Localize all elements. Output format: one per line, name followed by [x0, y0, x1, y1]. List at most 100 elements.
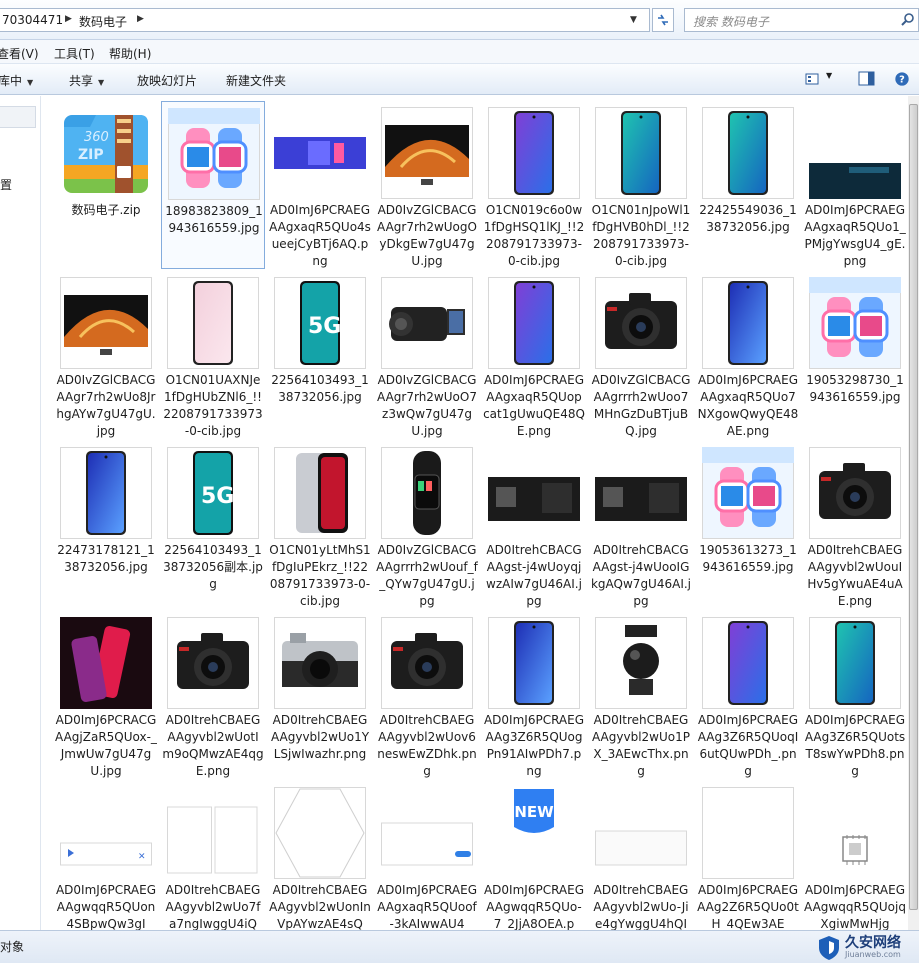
file-thumbnail [702, 447, 794, 539]
file-name: AD0ItrehCBAEGAAgyvbl2wUotIm9oQMwzAE4qgE.… [162, 713, 264, 778]
file-thumbnail [809, 277, 901, 369]
file-item[interactable]: AD0ImJ6PCRAEGAAg3Z6R5QUogPn91AIwPDh7.png [482, 611, 586, 779]
file-name: AD0ImJ6PCRAEGAAgwqqR5QUojqXgiwMwHjg [804, 883, 906, 930]
file-name: AD0ImJ6PCRAEGAAgxaqR5QUo4sueejCyBTj6AQ.p… [269, 203, 371, 268]
file-item[interactable]: AD0ImJ6PCRAEGAAg3Z6R5QUoqI6utQUwPDh_.png [696, 611, 800, 779]
address-history-dropdown-icon[interactable]: ▼ [630, 15, 637, 25]
file-item[interactable]: 22473178121_138732056.jpg [54, 441, 158, 609]
file-thumbnail [168, 108, 260, 200]
file-thumbnail [488, 277, 580, 369]
file-item[interactable]: AD0ItrehCBAEGAAgyvbl2wUo-Jie4gYwggU4hQI [589, 781, 693, 930]
menu-view[interactable]: 查看(V) [0, 45, 39, 62]
watermark-title: 久安网络 [845, 935, 901, 951]
change-view-icon[interactable] [805, 71, 823, 87]
file-item[interactable]: AD0ItrehCBAEGAAgyvbl2wUov6neswEwZDhk.png [375, 611, 479, 779]
breadcrumb-segment-2[interactable]: 数码电子 [79, 13, 127, 30]
file-item[interactable]: 19053298730_1943616559.jpg [803, 271, 907, 439]
file-thumbnail [167, 277, 259, 369]
breadcrumb-segment-1[interactable]: 70304471 [2, 13, 63, 27]
menu-bar: 查看(V) 工具(T) 帮助(H) [0, 40, 919, 64]
refresh-button[interactable] [652, 8, 674, 32]
zip-archive-icon: 360 ZIP [60, 107, 152, 199]
svg-text:NEW: NEW [514, 803, 554, 821]
share-button[interactable]: 共享 ▼ [69, 72, 104, 89]
file-item[interactable]: AD0IvZGlCBACGAAgr7rh2wUogOyDkgEw7gU47gU.… [375, 101, 479, 269]
file-item[interactable]: AD0ItrehCBAEGAAgyvbl2wUotIm9oQMwzAE4qgE.… [161, 611, 265, 779]
file-item[interactable]: AD0ImJ6PCRAEGAAgwqqR5QUojqXgiwMwHjg [803, 781, 907, 930]
file-name: AD0ItrehCBAEGAAgyvbl2wUo1PX_3AEwcThx.png [592, 713, 690, 778]
file-thumbnail [595, 787, 687, 879]
file-thumbnail [60, 447, 152, 539]
file-thumbnail [60, 277, 152, 369]
nav-item-label[interactable]: 置 [0, 176, 12, 193]
help-icon[interactable]: ? [893, 71, 911, 87]
file-item[interactable]: AD0ImJ6PCRAEGAAgxaqR5QUo4sueejCyBTj6AQ.p… [268, 101, 372, 269]
file-name: AD0ItrehCBAEGAAgyvbl2wUo7fa7ngIwggU4iQ [165, 883, 261, 930]
svg-text:?: ? [899, 75, 905, 86]
file-item[interactable]: AD0IvZGlCBACGAAgrrrh2wUoo7MHnGzDuBTjuBQ.… [589, 271, 693, 439]
file-grid: 360 ZIP 数码电子.zip 18983823809_1943616559.jpg… [42, 96, 908, 930]
file-item[interactable]: 5G 22564103493_138732056.jpg [268, 271, 372, 439]
search-icon[interactable] [900, 11, 916, 27]
status-text: 对象 [0, 940, 25, 954]
file-item[interactable]: AD0ItrehCBACGAAgst-j4wUoyqjwzAIw7gU46AI.… [482, 441, 586, 609]
file-thumbnail [595, 277, 687, 369]
file-name: 22473178121_138732056.jpg [57, 543, 155, 574]
file-item[interactable]: AD0IvZGlCBACGAAgrrrh2wUouf_f_QYw7gU47gU.… [375, 441, 479, 609]
file-item[interactable]: AD0ItrehCBAEGAAgyvbl2wUonInVpAYwzAE4sQ [268, 781, 372, 930]
organize-button[interactable]: 库中 ▼ [0, 72, 33, 89]
preview-pane-icon[interactable] [858, 71, 876, 87]
file-item[interactable]: AD0ItrehCBACGAAgst-j4wUooIGkgAQw7gU46AI.… [589, 441, 693, 609]
menu-help[interactable]: 帮助(H) [109, 45, 151, 62]
file-name: AD0IvZGlCBACGAAgrrrh2wUouf_f_QYw7gU47gU.… [376, 543, 478, 608]
file-item[interactable]: 5G 22564103493_138732056副本.jpg [161, 441, 265, 609]
breadcrumb-arrow-icon[interactable]: ▶ [65, 14, 72, 24]
file-item[interactable]: AD0ImJ6PCRACGAAgjZaR5QUox-_JmwUw7gU47gU.… [54, 611, 158, 779]
file-item[interactable]: O1CN01nJpoWl1fDgHVB0hDl_!!2208791733973-… [589, 101, 693, 269]
file-thumbnail [702, 787, 794, 879]
file-name: O1CN01yLtMhS1fDgIuPEkrz_!!2208791733973-… [269, 543, 371, 608]
file-thumbnail [274, 787, 366, 879]
new-folder-button[interactable]: 新建文件夹 [226, 72, 286, 89]
file-item[interactable]: AD0ImJ6PCRAEGAAgxaqR5QUoof-3kAIwwAU4 [375, 781, 479, 930]
file-item[interactable]: NEW AD0ImJ6PCRAEGAAgwqqR5QUo-7_2JjA8OEA.p [482, 781, 586, 930]
nav-favorites-item[interactable] [0, 106, 36, 128]
file-item[interactable]: AD0ImJ6PCRAEGAAgxaqR5QUo1_PMjgYwsgU4_gE.… [803, 101, 907, 269]
file-item[interactable]: AD0ImJ6PCRAEGAAg2Z6R5QUo0tH_4QEw3AE [696, 781, 800, 930]
view-options-chevron-icon[interactable]: ▼ [826, 71, 832, 80]
file-item[interactable]: AD0ImJ6PCRAEGAAgxaqR5QUopcat1gUwuQE48QE.… [482, 271, 586, 439]
chevron-down-icon: ▼ [27, 78, 34, 87]
file-item[interactable]: AD0ImJ6PCRAEGAAg3Z6R5QUotsT8swYwPDh8.png [803, 611, 907, 779]
address-bar: 70304471 ▶ 数码电子 ▶ ▼ 搜索 数码电子 [0, 0, 919, 40]
file-name: AD0ImJ6PCRAEGAAg3Z6R5QUogPn91AIwPDh7.png [483, 713, 585, 778]
file-name: AD0ItrehCBAEGAAgyvbl2wUo1YLSjwIwazhr.png [270, 713, 370, 761]
file-item[interactable]: AD0IvZGlCBACGAAgr7rh2wUo8JrhgAYw7gU47gU.… [54, 271, 158, 439]
search-input[interactable]: 搜索 数码电子 [693, 13, 769, 30]
file-item[interactable]: 360 ZIP 数码电子.zip [54, 101, 158, 269]
vertical-scrollbar[interactable] [908, 96, 919, 930]
file-item[interactable]: AD0IvZGlCBACGAAgr7rh2wUoO7z3wQw7gU47gU.j… [375, 271, 479, 439]
file-name: O1CN01UAXNJe1fDgHUbZNl6_!!2208791733973-… [163, 373, 263, 438]
address-field[interactable]: 70304471 ▶ 数码电子 ▶ ▼ [0, 8, 650, 32]
file-item[interactable]: ✕ AD0ImJ6PCRAEGAAgwqqR5QUon4SBpwQw3gI [54, 781, 158, 930]
file-item[interactable]: AD0ItrehCBAEGAAgyvbl2wUo1PX_3AEwcThx.png [589, 611, 693, 779]
file-item[interactable]: 22425549036_138732056.jpg [696, 101, 800, 269]
menu-tools[interactable]: 工具(T) [54, 45, 95, 62]
file-name: AD0IvZGlCBACGAAgr7rh2wUoO7z3wQw7gU47gU.j… [377, 373, 477, 438]
file-name: 22564103493_138732056.jpg [271, 373, 369, 404]
breadcrumb-arrow-icon[interactable]: ▶ [137, 14, 144, 24]
file-item[interactable]: O1CN019c6o0w1fDgHSQ1lKJ_!!2208791733973-… [482, 101, 586, 269]
file-item[interactable]: AD0ImJ6PCRAEGAAgxaqR5QUo7NXgowQwyQE48AE.… [696, 271, 800, 439]
file-item[interactable]: AD0ItrehCBAEGAAgyvbl2wUouIHv5gYwuAE4uAE.… [803, 441, 907, 609]
file-item[interactable]: 19053613273_1943616559.jpg [696, 441, 800, 609]
scrollbar-thumb[interactable] [909, 104, 918, 910]
file-item[interactable]: AD0ItrehCBAEGAAgyvbl2wUo1YLSjwIwazhr.png [268, 611, 372, 779]
slideshow-button[interactable]: 放映幻灯片 [137, 72, 197, 89]
file-name: AD0ImJ6PCRAEGAAgxaqR5QUo7NXgowQwyQE48AE.… [697, 373, 799, 438]
file-item[interactable]: O1CN01UAXNJe1fDgHUbZNl6_!!2208791733973-… [161, 271, 265, 439]
file-item[interactable]: AD0ItrehCBAEGAAgyvbl2wUo7fa7ngIwggU4iQ [161, 781, 265, 930]
file-item[interactable]: 18983823809_1943616559.jpg [161, 101, 265, 269]
file-item[interactable]: O1CN01yLtMhS1fDgIuPEkrz_!!2208791733973-… [268, 441, 372, 609]
file-name: O1CN01nJpoWl1fDgHVB0hDl_!!2208791733973-… [591, 203, 691, 268]
search-box[interactable]: 搜索 数码电子 [684, 8, 919, 32]
